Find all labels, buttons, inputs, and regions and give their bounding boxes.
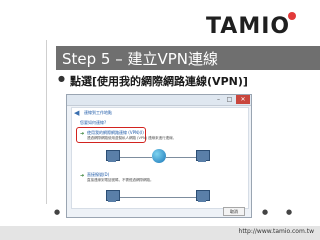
maximize-icon[interactable]: □ [225,96,234,103]
connection-question: 您要如何連線? [80,120,107,125]
option-arrow-icon: ➜ [80,173,85,179]
vpn-diagram [96,146,216,170]
computer-base [198,160,206,162]
footer-bar: http://www.tamio.com.tw [0,226,320,240]
cable-line [166,157,196,158]
decorative-dot-icon: ● [262,208,269,216]
decorative-dot-icon: ● [54,208,61,216]
dialog-footer: 取消 [67,206,251,217]
decorative-dot-icon: ● [286,208,293,216]
bullet-icon: ● [58,74,65,83]
logo-dot-icon [288,12,296,20]
cancel-button[interactable]: 取消 [223,207,245,216]
dialog-title: 連線到工作地點 [84,110,112,115]
option-description: 透過網際網路使用虛擬私人網路 (VPN) 連線來進行連線。 [87,136,177,140]
back-arrow-icon[interactable]: ◀ [74,109,79,117]
option-description: 直接連線到電話號碼，不需經過網際網路。 [87,178,154,182]
dialog-titlebar: – □ ✕ [67,95,251,106]
dialog-body: ◀ 連線到工作地點 您要如何連線? ➜ 使用我的網際網路連線 (VPN)(I) … [71,107,249,209]
logo-text: TAMIO [206,14,291,39]
slide-title: Step 5 – 建立VPN連線 [62,50,219,68]
option-arrow-icon: ➜ [80,131,85,137]
brand-logo: TAMIO [206,12,306,40]
minimize-icon[interactable]: – [214,96,223,103]
computer-base [198,200,206,202]
instruction-text: 點選[使用我的網際網路連線(VPN)] [70,75,248,88]
cable-line [120,197,196,198]
globe-icon [152,149,166,163]
website-url: http://www.tamio.com.tw [238,228,314,235]
computer-base [108,200,116,202]
connect-to-workplace-dialog: – □ ✕ ◀ 連線到工作地點 您要如何連線? ➜ 使用我的網際網路連線 (VP… [66,94,252,218]
computer-base [108,160,116,162]
left-guide-line [46,40,47,204]
window-close-icon[interactable]: ✕ [236,95,250,104]
cable-line [120,157,152,158]
title-bar: Step 5 – 建立VPN連線 [56,46,320,70]
option-use-internet-vpn[interactable]: ➜ 使用我的網際網路連線 (VPN)(I) 透過網際網路使用虛擬私人網路 (VP… [80,130,200,146]
slide: TAMIO Step 5 – 建立VPN連線 ● 點選[使用我的網際網路連線(V… [0,0,320,240]
